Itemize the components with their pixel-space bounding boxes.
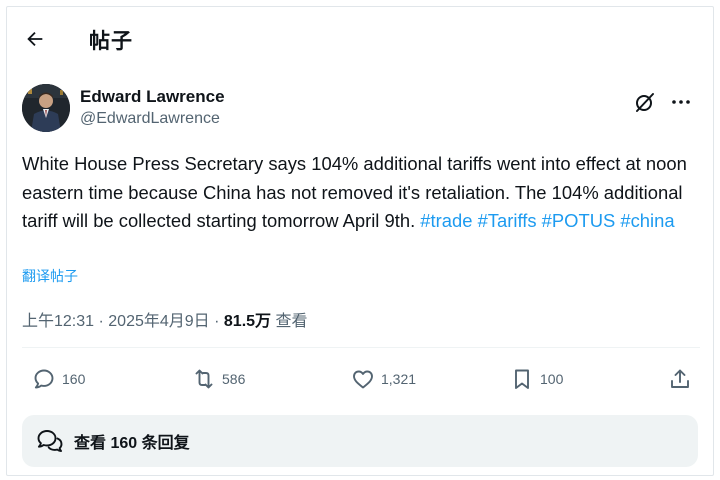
share-button[interactable] — [668, 359, 692, 399]
arrow-left-icon — [27, 31, 43, 47]
avatar[interactable] — [22, 84, 70, 132]
repost-icon — [195, 369, 213, 389]
translate-post-link[interactable]: 翻译帖子 — [22, 266, 78, 286]
hashtag-link[interactable]: #Tariffs — [478, 210, 537, 231]
bookmark-count: 100 — [540, 371, 564, 387]
page-title: 帖子 — [89, 30, 133, 53]
reply-button[interactable]: 160 — [32, 359, 85, 399]
action-bar: 160 586 1,321 100 — [22, 359, 702, 399]
author-name[interactable]: Edward Lawrence — [80, 87, 225, 107]
avatar-image — [22, 84, 70, 132]
more-options-icon[interactable] — [669, 90, 693, 114]
repost-button[interactable]: 586 — [192, 359, 245, 399]
reply-icon — [34, 369, 54, 389]
tweet-detail-panel: 帖子 Edward Lawrence @EdwardLawrence White… — [6, 6, 714, 476]
view-replies-label: 查看 160 条回复 — [74, 435, 190, 452]
like-count: 1,321 — [381, 371, 417, 387]
heart-icon — [353, 370, 373, 389]
author-handle[interactable]: @EdwardLawrence — [80, 110, 220, 128]
grok-icon[interactable] — [633, 90, 657, 114]
bookmark-icon — [515, 369, 529, 389]
divider — [22, 347, 700, 348]
hashtag-link[interactable]: #trade — [420, 210, 472, 231]
hashtag-link[interactable]: #china — [620, 210, 674, 231]
views-count: 81.5万 — [223, 313, 272, 330]
meta-separator: · — [94, 313, 109, 330]
tweet-date[interactable]: 2025年4月9日 — [108, 313, 209, 330]
tweet-text: White House Press Secretary says 104% ad… — [22, 150, 702, 236]
tweet-time[interactable]: 上午12:31 — [22, 313, 94, 330]
like-button[interactable]: 1,321 — [351, 359, 416, 399]
replies-icon — [37, 430, 63, 452]
bookmark-button[interactable]: 100 — [510, 359, 563, 399]
back-button[interactable] — [21, 25, 49, 53]
share-icon — [671, 369, 689, 388]
tweet-meta: 上午12:31 · 2025年4月9日 · 81.5万 查看 — [22, 307, 308, 331]
hashtag-link[interactable]: #POTUS — [542, 210, 616, 231]
top-bar: 帖子 — [7, 7, 713, 71]
views-label: 查看 — [275, 313, 308, 330]
meta-separator: · — [209, 313, 224, 330]
repost-count: 586 — [222, 371, 246, 387]
view-replies-button[interactable]: 查看 160 条回复 — [22, 415, 698, 467]
reply-count: 160 — [62, 371, 86, 387]
